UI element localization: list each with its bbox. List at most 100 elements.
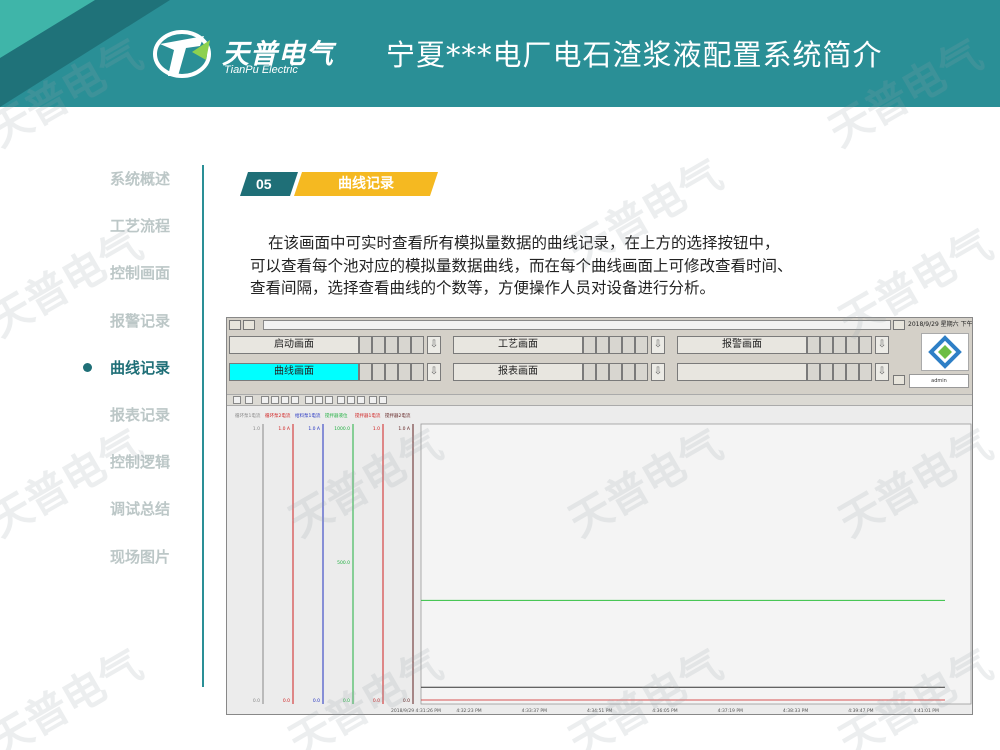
x-tick-label: 4:34:51 PM	[587, 708, 612, 714]
table-icon[interactable]	[245, 396, 253, 404]
sidebar-item-label: 报警记录	[109, 312, 170, 330]
curve-icon[interactable]	[357, 396, 365, 404]
sidebar-item-label: 控制逻辑	[109, 453, 170, 471]
scada-screenshot: 2018/9/29 星期六 下午 04 启动画面 ⇩ 工艺画面 ⇩ 报警画面 ⇩…	[226, 317, 973, 715]
series-bottom-label: 0.0	[403, 698, 410, 704]
first-icon[interactable]	[261, 396, 269, 404]
report-screen-button[interactable]: 报表画面	[453, 363, 583, 381]
series-label: 循环泵2电流	[265, 412, 291, 419]
sidebar-item-control-logic[interactable]: 控制逻辑	[60, 447, 200, 475]
sidebar-item-label: 现场图片	[109, 548, 170, 566]
section-title: 曲线记录	[294, 172, 438, 196]
chart-toolbar	[227, 394, 972, 406]
sidebar-item-curve-record[interactable]: 曲线记录	[60, 353, 200, 381]
logo-mark-icon	[153, 30, 211, 78]
sidebar-item-label: 报表记录	[109, 406, 170, 424]
alarm-screen-button[interactable]: 报警画面	[677, 336, 807, 354]
ruler-icon[interactable]	[337, 396, 345, 404]
x-tick-label: 4:41:01 PM	[914, 708, 939, 714]
watermark: 天普电气	[0, 419, 151, 547]
description-line: 可以查看每个池对应的模拟量数据曲线，而在每个曲线画面上可修改查看时间、	[250, 256, 793, 275]
startup-screen-button[interactable]: 启动画面	[229, 336, 359, 354]
watermark: 天普电气	[0, 639, 151, 750]
dropdown-arrow-icon[interactable]: ⇩	[651, 363, 665, 381]
dropdown-arrow-icon[interactable]: ⇩	[427, 363, 441, 381]
series-bottom-label: 0.0	[373, 698, 380, 704]
active-dot-icon	[83, 363, 92, 372]
plot-area	[420, 423, 972, 705]
dropdown-arrow-icon[interactable]: ⇩	[875, 336, 889, 354]
dropdown-arrow-icon[interactable]: ⇩	[651, 336, 665, 354]
folder-icon[interactable]	[229, 320, 241, 330]
trend-chart: 循环泵1电流 1.0 0.0 循环泵2电流 1.0 A 0.0 给料泵1电流 1.0 A 0.0…	[227, 406, 972, 714]
header-decoration	[0, 0, 95, 58]
monitor-icon[interactable]	[893, 375, 905, 385]
diamond-logo-icon	[928, 335, 962, 369]
series-label: 搅拌器2电流	[385, 412, 411, 419]
select-icon[interactable]	[305, 396, 313, 404]
window-icon[interactable]	[243, 320, 255, 330]
scada-title-bar: 2018/9/29 星期六 下午 04	[227, 318, 973, 332]
logo-english-text: TianPu Electric	[224, 64, 298, 76]
dropdown-arrow-icon[interactable]: ⇩	[875, 363, 889, 381]
series-top-label: 1.0 A	[398, 426, 411, 432]
scada-datetime: 2018/9/29 星期六 下午 04	[908, 321, 973, 328]
scada-address-bar	[263, 320, 891, 330]
sidebar-item-label: 系统概述	[109, 170, 170, 188]
sidebar-item-process[interactable]: 工艺流程	[60, 211, 200, 239]
print-icon[interactable]	[379, 396, 387, 404]
chart-icon[interactable]	[347, 396, 355, 404]
section-number: 05	[240, 172, 298, 196]
series-label: 给料泵1电流	[295, 412, 321, 419]
sidebar-item-debug-summary[interactable]: 调试总结	[60, 494, 200, 522]
series-top-label: 1.0	[253, 426, 260, 432]
sidebar-item-control-screen[interactable]: 控制画面	[60, 258, 200, 286]
siemens-logo	[921, 333, 969, 371]
user-field: admin	[909, 374, 969, 388]
x-tick-label: 4:32:23 PM	[456, 708, 481, 714]
sidebar-item-label: 控制画面	[109, 264, 170, 282]
sidebar-item-label: 调试总结	[109, 500, 170, 518]
sidebar-item-report-record[interactable]: 报表记录	[60, 400, 200, 428]
series-label: 循环泵1电流	[235, 412, 261, 419]
sidebar-item-overview[interactable]: 系统概述	[60, 164, 200, 192]
calendar-icon[interactable]	[893, 320, 905, 330]
next-icon[interactable]	[281, 396, 289, 404]
curve-screen-button[interactable]: 曲线画面	[229, 363, 359, 381]
sidebar-item-label: 工艺流程	[109, 217, 170, 235]
x-tick-label: 4:36:05 PM	[652, 708, 677, 714]
dropdown-arrow-icon[interactable]: ⇩	[427, 336, 441, 354]
help-icon[interactable]	[233, 396, 241, 404]
x-tick-label: 4:39:47 PM	[848, 708, 873, 714]
series-label: 搅拌器液位	[325, 412, 348, 419]
sidebar-item-label: 曲线记录	[109, 359, 170, 377]
series-label: 搅拌器1电流	[355, 412, 381, 419]
series-top-label: 1.0	[373, 426, 380, 432]
series-top-label: 1000.0	[334, 426, 350, 432]
company-logo: 天普电气 TianPu Electric	[152, 26, 333, 82]
sidebar-item-site-photos[interactable]: 现场图片	[60, 542, 200, 570]
sidebar-divider	[202, 165, 204, 687]
series-bottom-label: 0.0	[343, 698, 350, 704]
empty-screen-button[interactable]	[677, 363, 807, 381]
x-tick-label: 4:38:33 PM	[783, 708, 808, 714]
x-tick-label: 2018/9/29 4:31:26 PM	[391, 708, 441, 714]
x-tick-label: 4:37:19 PM	[718, 708, 743, 714]
series-top-label: 1.0 A	[278, 426, 291, 432]
prev-icon[interactable]	[271, 396, 279, 404]
series-top-label: 1.0 A	[308, 426, 321, 432]
series-bottom-label: 0.0	[253, 698, 260, 704]
process-screen-button[interactable]: 工艺画面	[453, 336, 583, 354]
page-title: 宁夏***电厂电石渣浆液配置系统简介	[386, 38, 883, 72]
header-banner: 天普电气 TianPu Electric 宁夏***电厂电石渣浆液配置系统简介	[0, 0, 1000, 107]
series-bottom-label: 0.0	[283, 698, 290, 704]
series-mid-label: 500.0	[337, 560, 350, 566]
stop-icon[interactable]	[369, 396, 377, 404]
description-line: 查看间隔，选择查看曲线的个数等，方便操作人员对设备进行分析。	[250, 279, 716, 297]
sidebar-item-alarm-record[interactable]: 报警记录	[60, 306, 200, 334]
last-icon[interactable]	[291, 396, 299, 404]
section-description: 在该画面中可实时查看所有模拟量数据的曲线记录，在上方的选择按钮中， 可以查看每个…	[250, 232, 950, 300]
zoom-icon[interactable]	[315, 396, 323, 404]
series-bottom-label: 0.0	[313, 698, 320, 704]
rewind-icon[interactable]	[325, 396, 333, 404]
